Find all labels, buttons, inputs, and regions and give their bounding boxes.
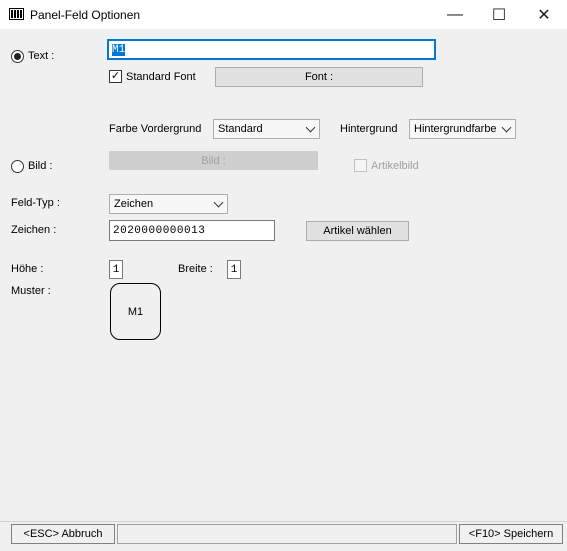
image-radio[interactable] <box>11 160 24 173</box>
title-bar: Panel-Feld Optionen — ☐ ✕ <box>0 0 567 30</box>
text-radio-label: Text : <box>28 50 55 62</box>
image-button[interactable]: Bild : <box>109 151 318 170</box>
text-input[interactable]: M1 <box>107 39 436 60</box>
save-button[interactable]: <F10> Speichern <box>459 524 563 544</box>
cancel-button[interactable]: <ESC> Abbruch <box>11 524 115 544</box>
pattern-preview-text: M1 <box>127 305 144 318</box>
chevron-down-icon <box>305 122 316 133</box>
field-type-value: Zeichen <box>114 198 154 210</box>
standard-font-label: Standard Font <box>126 71 196 83</box>
pattern-label: Muster : <box>11 285 51 297</box>
height-label: Höhe : <box>11 263 44 275</box>
text-input-value: M1 <box>112 43 126 56</box>
font-button[interactable]: Font : <box>215 67 423 87</box>
field-type-select[interactable]: Zeichen <box>109 194 228 214</box>
select-article-button[interactable]: Artikel wählen <box>306 221 409 241</box>
height-field[interactable]: 1 <box>109 260 123 279</box>
chevron-down-icon <box>501 122 512 133</box>
foreground-color-value: Standard <box>218 123 263 135</box>
chevron-down-icon <box>213 197 224 208</box>
close-button[interactable]: ✕ <box>521 0 567 30</box>
article-image-label: Artikelbild <box>371 160 419 172</box>
chars-label: Zeichen : <box>11 224 57 236</box>
barcode-icon <box>9 8 24 20</box>
standard-font-checkbox[interactable]: ✓ <box>109 70 122 83</box>
background-color-label: Hintergrund <box>340 123 398 135</box>
window-title: Panel-Feld Optionen <box>30 8 141 22</box>
article-image-checkbox[interactable] <box>354 159 367 172</box>
image-radio-label: Bild : <box>28 160 53 172</box>
maximize-button[interactable]: ☐ <box>476 0 522 30</box>
chars-input[interactable]: 2020000000013 <box>109 220 275 241</box>
foreground-color-label: Farbe Vordergrund <box>109 123 202 135</box>
minimize-button[interactable]: — <box>432 0 478 30</box>
background-color-value: Hintergrundfarbe <box>414 123 497 135</box>
background-color-select[interactable]: Hintergrundfarbe <box>409 119 516 139</box>
text-radio[interactable] <box>11 50 24 63</box>
width-label: Breite : <box>178 263 213 275</box>
width-field[interactable]: 1 <box>227 260 241 279</box>
foreground-color-select[interactable]: Standard <box>213 119 320 139</box>
status-panel <box>117 524 457 544</box>
pattern-preview: M1 <box>110 283 161 340</box>
field-type-label: Feld-Typ : <box>11 197 60 209</box>
